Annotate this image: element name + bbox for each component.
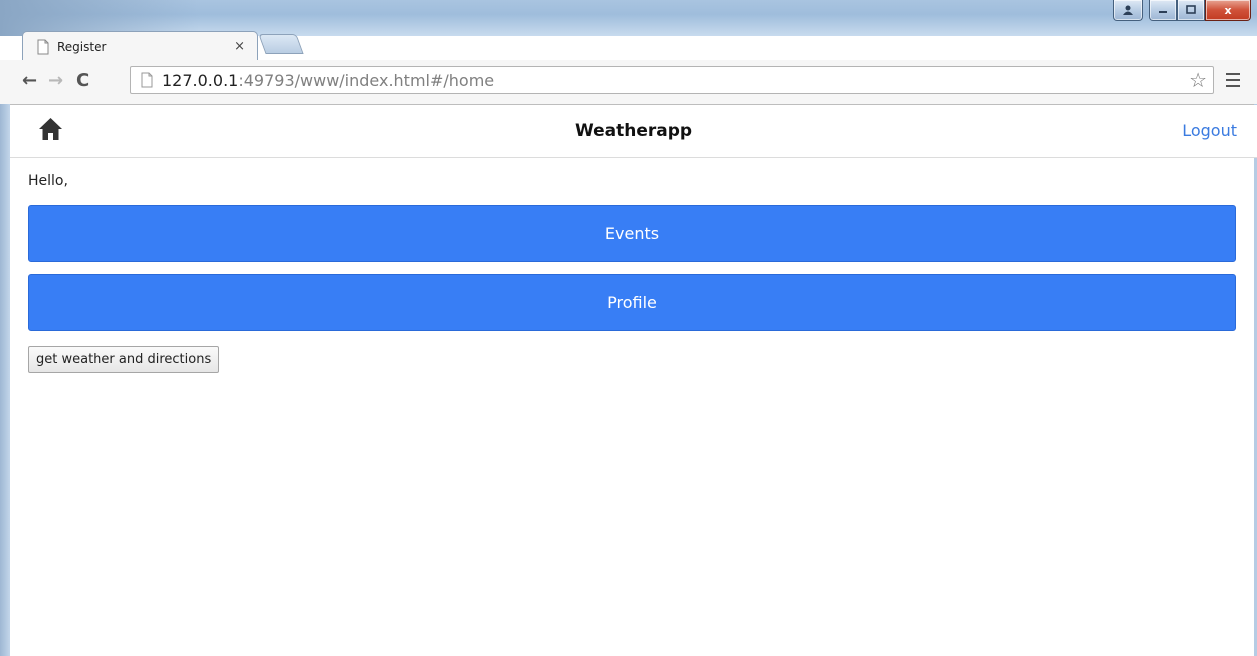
user-profile-icon[interactable] <box>1113 0 1143 21</box>
app-header: Weatherapp Logout <box>10 105 1257 158</box>
browser-tab[interactable]: Register × <box>22 31 258 61</box>
address-bar[interactable]: 127.0.0.1:49793/www/index.html#/home ☆ <box>130 66 1214 94</box>
get-weather-button[interactable]: get weather and directions <box>28 346 220 373</box>
window-left-border <box>0 104 10 656</box>
page-icon <box>141 72 153 88</box>
page-title: Weatherapp <box>574 121 693 141</box>
url-text: 127.0.0.1:49793/www/index.html#/home <box>162 71 494 90</box>
forward-arrow-icon[interactable]: → <box>48 70 63 91</box>
menu-icon[interactable] <box>1226 73 1240 91</box>
window-controls: x <box>1113 0 1251 21</box>
back-arrow-icon[interactable]: ← <box>22 70 37 91</box>
minimize-button[interactable] <box>1149 0 1177 21</box>
profile-button[interactable]: Profile <box>28 274 1236 331</box>
url-host: 127.0.0.1 <box>162 71 239 90</box>
close-window-button[interactable]: x <box>1205 0 1251 21</box>
tab-title: Register <box>57 39 107 54</box>
logout-link[interactable]: Logout <box>1182 121 1237 140</box>
new-tab-button[interactable] <box>258 34 304 54</box>
page-icon <box>37 39 49 54</box>
maximize-button[interactable] <box>1177 0 1205 21</box>
tab-close-icon[interactable]: × <box>234 39 245 54</box>
greeting-text: Hello, <box>28 173 68 189</box>
browser-toolbar: ← → C 127.0.0.1:49793/www/index.html#/ho… <box>0 60 1257 105</box>
events-button[interactable]: Events <box>28 205 1236 262</box>
url-path: :49793/www/index.html#/home <box>238 71 495 90</box>
bookmark-star-icon[interactable]: ☆ <box>1189 68 1207 92</box>
reload-icon[interactable]: C <box>76 70 89 91</box>
